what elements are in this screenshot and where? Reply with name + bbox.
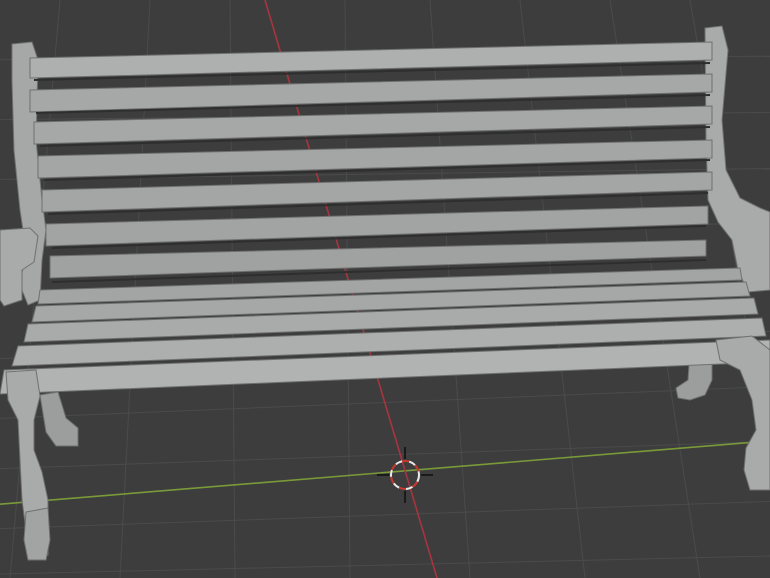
back-slat[interactable] xyxy=(45,205,709,247)
viewport-canvas[interactable] xyxy=(0,0,770,578)
3d-viewport[interactable] xyxy=(0,0,770,578)
back-slat[interactable] xyxy=(37,139,713,179)
bench-left-rear-leg[interactable] xyxy=(39,391,79,447)
bench-seat[interactable] xyxy=(0,267,770,395)
bench-left-front-foot[interactable] xyxy=(23,507,51,561)
bench-right-front-leg[interactable] xyxy=(715,335,770,491)
back-slat[interactable] xyxy=(29,41,713,79)
x-axis-line xyxy=(0,440,770,505)
park-bench-model[interactable] xyxy=(0,25,770,561)
back-slat[interactable] xyxy=(33,105,713,145)
back-slat[interactable] xyxy=(29,73,713,113)
bench-right-frame[interactable] xyxy=(704,25,770,293)
